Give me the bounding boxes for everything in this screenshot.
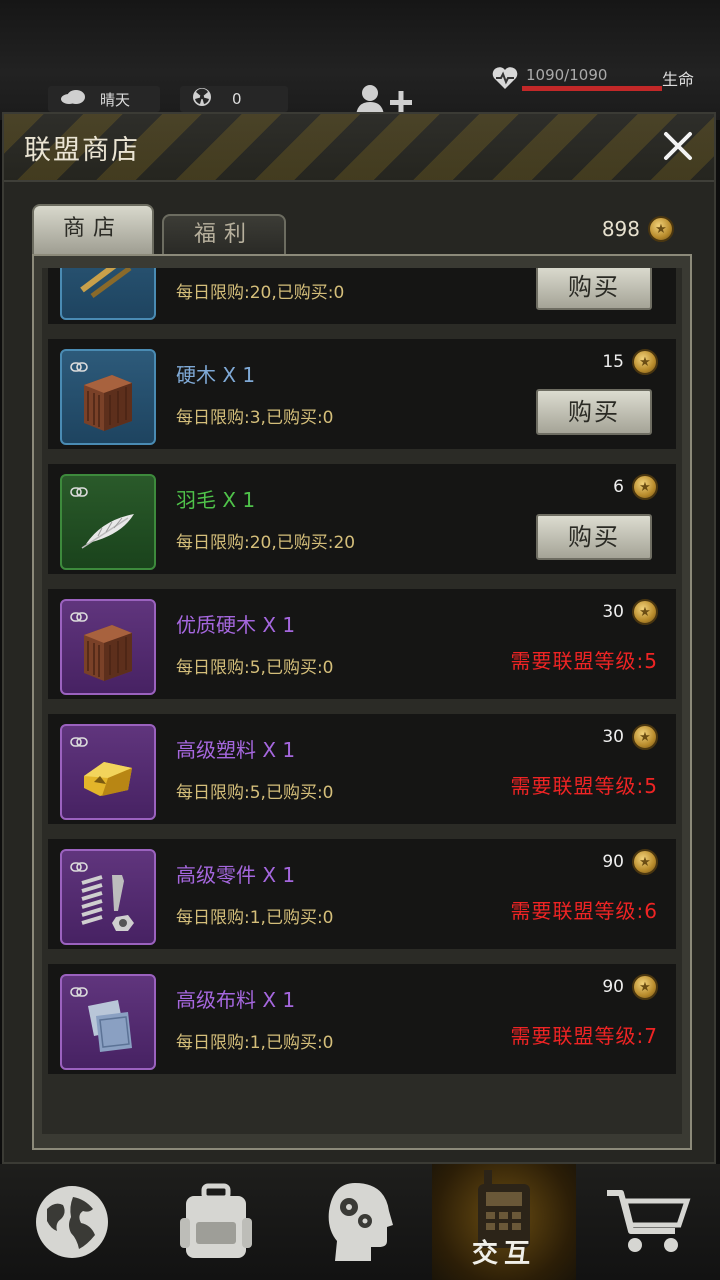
shop-item: 羽毛 X 1 每日限购:20,已购买:20 6 ★ 购买 (48, 464, 676, 574)
shop-item: 高级布料 X 1 每日限购:1,已购买:0 90 ★ 需要联盟等级:7 (48, 964, 676, 1074)
cloth-icon (72, 990, 144, 1066)
item-name: 硬木 X 1 (176, 363, 256, 387)
price-value: 90 (602, 977, 624, 997)
item-name: 优质硬木 X 1 (176, 613, 296, 637)
alliance-coin-icon: ★ (632, 474, 658, 500)
radiation-value: 0 (232, 90, 242, 108)
item-icon-frame[interactable] (60, 268, 156, 320)
item-price: 30 ★ (602, 724, 658, 750)
shop-item: 每日限购:20,已购买:0 购买 (48, 268, 676, 324)
hp-display: 1090/1090 生命 (482, 62, 720, 92)
alliance-coin-icon: ★ (632, 849, 658, 875)
item-icon-frame[interactable] (60, 849, 156, 945)
nav-interact[interactable]: 交互 (432, 1164, 576, 1280)
radiation-chip: 0 (180, 86, 288, 112)
radiation-icon (192, 87, 212, 111)
modal-header: 联盟商店 (4, 114, 714, 182)
item-daily-limit: 每日限购:3,已购买:0 (176, 408, 334, 428)
alliance-shop-modal: 联盟商店 商店 福利 898 ★ 每日限购:20,已购买:0 购买 硬木 X 1 每日… (2, 112, 716, 1164)
item-price: 6 ★ (613, 474, 658, 500)
item-daily-limit: 每日限购:20,已购买:0 (176, 283, 345, 303)
nav-skills[interactable] (288, 1164, 432, 1280)
tool-icon (72, 268, 144, 316)
item-price: 30 ★ (602, 599, 658, 625)
shop-item: 高级塑料 X 1 每日限购:5,已购买:0 30 ★ 需要联盟等级:5 (48, 714, 676, 824)
item-name: 高级布料 X 1 (176, 988, 296, 1012)
wood-block-icon (72, 365, 144, 441)
shop-item: 优质硬木 X 1 每日限购:5,已购买:0 30 ★ 需要联盟等级:5 (48, 589, 676, 699)
item-price: 90 ★ (602, 849, 658, 875)
price-value: 30 (602, 727, 624, 747)
item-price: 15 ★ (602, 349, 658, 375)
item-name: 羽毛 X 1 (176, 488, 256, 512)
bottom-nav: 交互 (0, 1164, 720, 1280)
alliance-coin-icon: ★ (632, 724, 658, 750)
item-name: 高级塑料 X 1 (176, 738, 296, 762)
wood-block-icon (72, 615, 144, 691)
item-icon-frame[interactable] (60, 349, 156, 445)
alliance-level-requirement: 需要联盟等级:5 (510, 774, 658, 798)
buy-button[interactable]: 购买 (536, 514, 652, 560)
item-name: 高级零件 X 1 (176, 863, 296, 887)
status-bar: 晴天 0 1090/1090 生命 (0, 0, 720, 120)
item-daily-limit: 每日限购:1,已购买:0 (176, 908, 334, 928)
heart-icon (492, 66, 518, 94)
tab-shop[interactable]: 商店 (32, 204, 154, 254)
alliance-coin-icon: ★ (632, 974, 658, 1000)
weather-label: 晴天 (100, 90, 131, 109)
shop-item: 硬木 X 1 每日限购:3,已购买:0 15 ★ 购买 (48, 339, 676, 449)
backpack-icon (180, 1183, 252, 1258)
item-daily-limit: 每日限购:20,已购买:20 (176, 533, 356, 553)
item-icon-frame[interactable] (60, 599, 156, 695)
hp-value: 1090/1090 (526, 66, 608, 84)
cart-icon (607, 1190, 691, 1252)
tab-welfare[interactable]: 福利 (162, 214, 286, 254)
nav-inventory[interactable] (144, 1164, 288, 1280)
hp-bar (522, 86, 662, 91)
parts-icon (72, 865, 144, 941)
shop-item: 高级零件 X 1 每日限购:1,已购买:0 90 ★ 需要联盟等级:6 (48, 839, 676, 949)
cloud-icon (60, 89, 86, 109)
alliance-coin-balance: 898 ★ (602, 216, 674, 242)
item-daily-limit: 每日限购:5,已购买:0 (176, 658, 334, 678)
nav-shop[interactable] (576, 1164, 720, 1280)
alliance-coin-icon: ★ (632, 349, 658, 375)
price-value: 30 (602, 602, 624, 622)
close-icon (664, 132, 692, 160)
alliance-coin-icon: ★ (632, 599, 658, 625)
price-value: 6 (613, 477, 624, 497)
shop-list-frame: 每日限购:20,已购买:0 购买 硬木 X 1 每日限购:3,已购买:0 15 ★ 购买 羽毛… (32, 254, 692, 1150)
buy-button[interactable]: 购买 (536, 389, 652, 435)
buy-button[interactable]: 购买 (536, 268, 652, 310)
alliance-level-requirement: 需要联盟等级:6 (510, 899, 658, 923)
item-price: 90 ★ (602, 974, 658, 1000)
item-icon-frame[interactable] (60, 474, 156, 570)
close-button[interactable] (656, 124, 700, 168)
modal-title: 联盟商店 (24, 135, 140, 166)
shop-list[interactable]: 每日限购:20,已购买:0 购买 硬木 X 1 每日限购:3,已购买:0 15 ★ 购买 羽毛… (42, 268, 682, 1134)
alliance-coin-icon: ★ (648, 216, 674, 242)
nav-interact-label: 交互 (471, 1239, 536, 1269)
item-icon-frame[interactable] (60, 974, 156, 1070)
alliance-level-requirement: 需要联盟等级:7 (510, 1024, 658, 1048)
price-value: 15 (602, 352, 624, 372)
item-daily-limit: 每日限购:5,已购买:0 (176, 783, 334, 803)
feather-icon (72, 490, 144, 566)
alliance-level-requirement: 需要联盟等级:5 (510, 649, 658, 673)
head-gears-icon (328, 1183, 393, 1261)
plastic-icon (72, 740, 144, 816)
item-icon-frame[interactable] (60, 724, 156, 820)
weather-chip: 晴天 (48, 86, 160, 112)
globe-icon (36, 1186, 108, 1258)
hp-label: 生命 (662, 70, 695, 89)
price-value: 90 (602, 852, 624, 872)
nav-world[interactable] (0, 1164, 144, 1280)
item-daily-limit: 每日限购:1,已购买:0 (176, 1033, 334, 1053)
balance-value: 898 (601, 217, 640, 241)
hp-bar-fill (522, 86, 662, 91)
